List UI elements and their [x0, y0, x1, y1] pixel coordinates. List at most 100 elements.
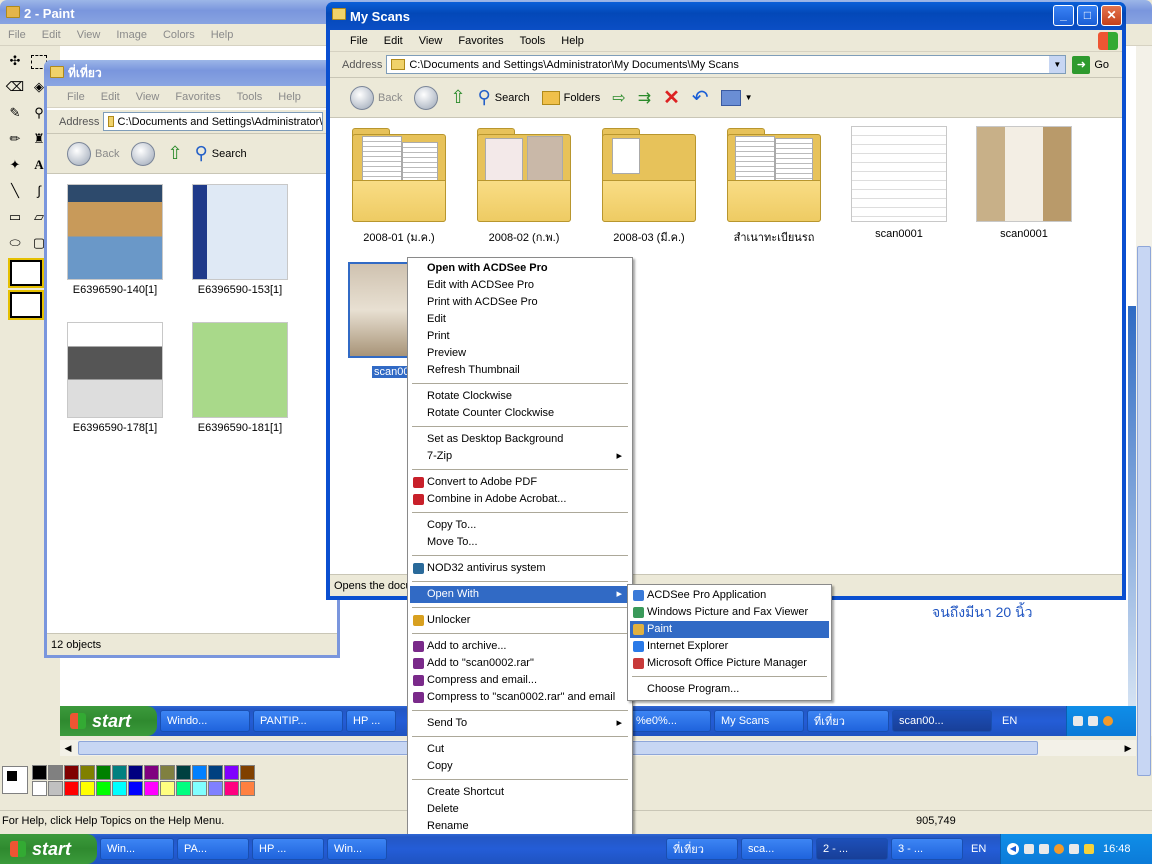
- palette-color-swatch[interactable]: [192, 781, 207, 796]
- palette-color-swatch[interactable]: [64, 781, 79, 796]
- copy-to-button[interactable]: ⇉: [632, 88, 657, 108]
- menu-tools[interactable]: Tools: [512, 35, 554, 47]
- palette-color-swatch[interactable]: [128, 781, 143, 796]
- taskbar-item[interactable]: PA...: [177, 838, 249, 860]
- menu-item-compress-and-email[interactable]: Compress and email...: [410, 672, 630, 689]
- back-back-button[interactable]: Back: [47, 141, 125, 166]
- menu-file[interactable]: File: [342, 35, 376, 47]
- menu-item-combine-in-adobe-acrobat[interactable]: Combine in Adobe Acrobat...: [410, 491, 630, 508]
- palette-color-swatch[interactable]: [96, 765, 111, 780]
- palette-color-swatch[interactable]: [192, 765, 207, 780]
- paint-vscrollbar[interactable]: [1136, 46, 1152, 776]
- palette-color-swatch[interactable]: [32, 765, 47, 780]
- volume-tray-icon[interactable]: [1054, 844, 1064, 854]
- views-button[interactable]: ▼: [715, 89, 759, 106]
- menu-item-add-to-archive[interactable]: Add to archive...: [410, 638, 630, 655]
- menu-view[interactable]: View: [411, 35, 451, 47]
- ellipse-icon[interactable]: ⬭: [4, 232, 26, 254]
- taskbar-item[interactable]: HP ...: [252, 838, 324, 860]
- user-tray-icon[interactable]: [1069, 844, 1079, 854]
- back-button[interactable]: Back: [330, 85, 408, 110]
- picker-icon[interactable]: ✎: [4, 102, 26, 124]
- network-tray-icon[interactable]: [1039, 844, 1049, 854]
- start-button[interactable]: start: [0, 834, 97, 864]
- palette-color-swatch[interactable]: [240, 765, 255, 780]
- menu-item-rotate-counter-clockwise[interactable]: Rotate Counter Clockwise: [410, 405, 630, 422]
- open-with-item-acdsee-pro-application[interactable]: ACDSee Pro Application: [630, 587, 829, 604]
- free-select-icon[interactable]: ✣: [4, 50, 26, 72]
- back-menu-view[interactable]: View: [128, 91, 168, 103]
- thumbnail-image[interactable]: [976, 126, 1072, 222]
- warning-tray-icon[interactable]: [1084, 844, 1094, 854]
- palette-color-swatch[interactable]: [160, 765, 175, 780]
- vscroll-thumb[interactable]: [1137, 246, 1151, 776]
- inner-task[interactable]: %e0%...: [629, 710, 711, 732]
- open-with-item-windows-picture-and-fax-viewer[interactable]: Windows Picture and Fax Viewer: [630, 604, 829, 621]
- tray-expand-icon[interactable]: ◀: [1007, 843, 1019, 855]
- back-forward-button[interactable]: [125, 141, 161, 166]
- menu-item-copy-to[interactable]: Copy To...: [410, 517, 630, 534]
- paint-menu-edit[interactable]: Edit: [34, 29, 69, 41]
- printer-tray-icon[interactable]: [1024, 844, 1034, 854]
- palette-color-swatch[interactable]: [144, 765, 159, 780]
- menu-item-edit[interactable]: Edit: [410, 311, 630, 328]
- up-button[interactable]: ⇧: [444, 87, 471, 108]
- move-to-button[interactable]: ⇨: [606, 88, 631, 108]
- palette-color-swatch[interactable]: [224, 765, 239, 780]
- paint-menu-file[interactable]: File: [0, 29, 34, 41]
- thumbnail-image[interactable]: [192, 322, 288, 418]
- palette-color-swatch[interactable]: [112, 765, 127, 780]
- thumbnail-image[interactable]: [851, 126, 947, 222]
- open-with-item-paint[interactable]: Paint: [630, 621, 829, 638]
- airbrush-icon[interactable]: ✦: [4, 154, 26, 176]
- taskbar-item[interactable]: sca...: [741, 838, 813, 860]
- menu-item-send-to[interactable]: Send To ▸: [410, 715, 630, 732]
- menu-item-cut[interactable]: Cut: [410, 741, 630, 758]
- paint-menu-colors[interactable]: Colors: [155, 29, 203, 41]
- menu-item-create-shortcut[interactable]: Create Shortcut: [410, 784, 630, 801]
- menu-item-preview[interactable]: Preview: [410, 345, 630, 362]
- tray-icon[interactable]: [1103, 716, 1113, 726]
- inner-task[interactable]: PANTIP...: [253, 710, 343, 732]
- back-address-field[interactable]: C:\Documents and Settings\Administrator\: [103, 112, 324, 131]
- eraser-icon[interactable]: ⌫: [4, 76, 26, 98]
- tray-icon[interactable]: [1073, 716, 1083, 726]
- address-dropdown-icon[interactable]: ▼: [1049, 56, 1066, 73]
- thumbnail-image[interactable]: [67, 184, 163, 280]
- palette-color-swatch[interactable]: [32, 781, 47, 796]
- undo-button[interactable]: ↶: [686, 85, 715, 110]
- menu-item-open-with[interactable]: Open With ▸: [410, 586, 630, 603]
- menu-item-compress-to-scan0002-rar-and-email[interactable]: Compress to "scan0002.rar" and email: [410, 689, 630, 706]
- menu-item-nod32-antivirus-system[interactable]: NOD32 antivirus system: [410, 560, 630, 577]
- taskbar-item[interactable]: Win...: [327, 838, 387, 860]
- menu-item-copy[interactable]: Copy: [410, 758, 630, 775]
- search-button[interactable]: ⚲ Search: [472, 87, 536, 108]
- menu-help[interactable]: Help: [553, 35, 592, 47]
- inner-task-active[interactable]: scan00...: [892, 710, 992, 732]
- folder-item[interactable]: [602, 128, 696, 224]
- menu-item-unlocker[interactable]: Unlocker: [410, 612, 630, 629]
- back-menu-edit[interactable]: Edit: [93, 91, 128, 103]
- menu-item-edit-with-acdsee-pro[interactable]: Edit with ACDSee Pro: [410, 277, 630, 294]
- open-with-item-microsoft-office-picture-manager[interactable]: Microsoft Office Picture Manager: [630, 655, 829, 672]
- thumbnail-image[interactable]: [192, 184, 288, 280]
- forward-button[interactable]: [408, 85, 444, 110]
- palette-color-swatch[interactable]: [96, 781, 111, 796]
- menu-item-7-zip[interactable]: 7-Zip ▸: [410, 448, 630, 465]
- palette-color-swatch[interactable]: [160, 781, 175, 796]
- folder-item[interactable]: [727, 128, 821, 224]
- palette-color-swatch[interactable]: [112, 781, 127, 796]
- taskbar-item[interactable]: 3 - ...: [891, 838, 963, 860]
- tray-icon[interactable]: [1088, 716, 1098, 726]
- menu-item-convert-to-adobe-pdf[interactable]: Convert to Adobe PDF: [410, 474, 630, 491]
- back-menu-favorites[interactable]: Favorites: [167, 91, 228, 103]
- inner-start-button[interactable]: start: [60, 706, 157, 736]
- palette-color-swatch[interactable]: [224, 781, 239, 796]
- back-menu-tools[interactable]: Tools: [229, 91, 271, 103]
- maximize-button[interactable]: □: [1077, 5, 1098, 26]
- palette-color-swatch[interactable]: [208, 781, 223, 796]
- menu-item-refresh-thumbnail[interactable]: Refresh Thumbnail: [410, 362, 630, 379]
- line-icon[interactable]: ╲: [4, 180, 26, 202]
- folder-item[interactable]: [477, 128, 571, 224]
- menu-item-print-with-acdsee-pro[interactable]: Print with ACDSee Pro: [410, 294, 630, 311]
